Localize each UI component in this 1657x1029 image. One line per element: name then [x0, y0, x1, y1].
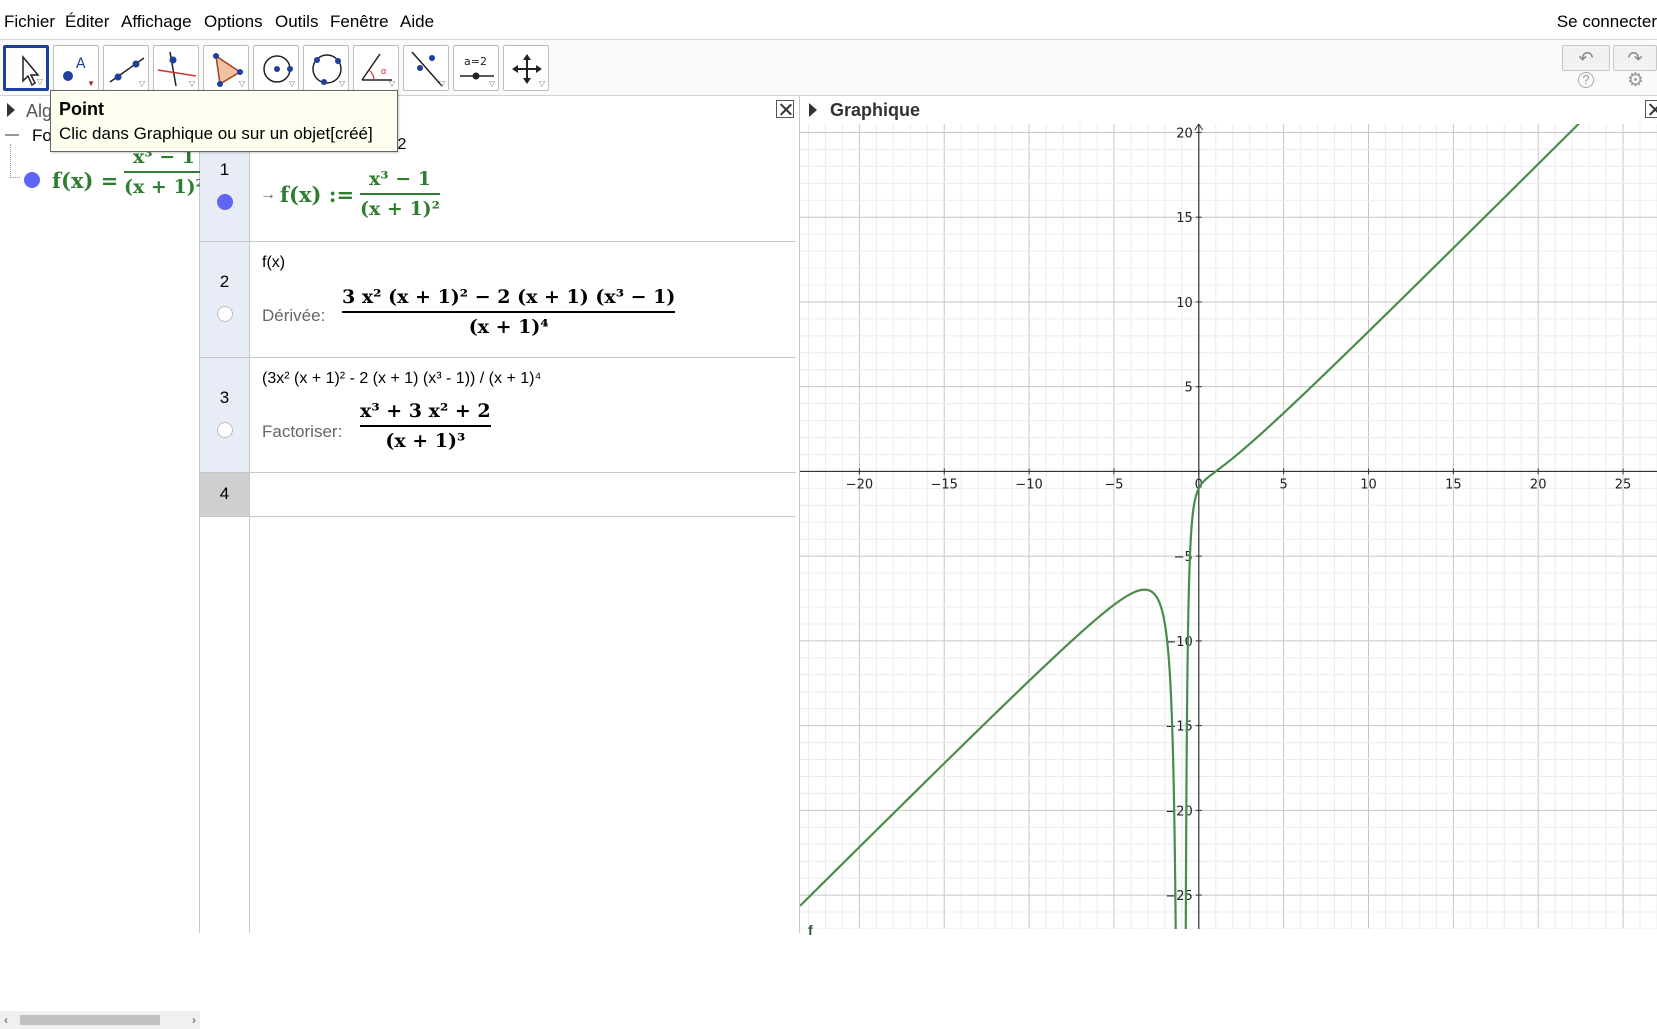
x-tick-label: 20	[1530, 477, 1547, 492]
menu-edit[interactable]: Éditer	[65, 12, 109, 32]
tool-tooltip: Point Clic dans Graphique ou sur un obje…	[50, 90, 398, 152]
visibility-toggle-dot[interactable]	[24, 172, 40, 188]
point-tool-button[interactable]: A ▼	[53, 45, 99, 91]
function-plot[interactable]: −20 −15 −10 −5 0 5 10 15 20 25−25−20−15−10−551015…	[800, 124, 1657, 929]
help-icon[interactable]: ?	[1578, 72, 1594, 88]
scrollbar-thumb[interactable]	[20, 1015, 160, 1025]
cas-row-4[interactable]	[250, 473, 796, 517]
collapse-arrow-icon[interactable]	[7, 103, 15, 117]
menu-window[interactable]: Fenêtre	[330, 12, 389, 32]
close-cas-icon[interactable]	[776, 100, 794, 118]
cas-output-fraction: x³ + 3 x² + 2 (x + 1)³	[360, 400, 491, 452]
undo-button[interactable]: ↶	[1562, 45, 1610, 71]
cas-view: 1 ^2 → f(x) := x³ − 1 (x + 1)² 2 f(x) Dé…	[200, 96, 800, 933]
circle-tool-button[interactable]: ▽	[253, 45, 299, 91]
algebra-title: Alg	[26, 101, 53, 121]
x-tick-label: 15	[1445, 477, 1462, 492]
cas-visibility-radio[interactable]	[217, 306, 233, 322]
svg-text:α: α	[381, 66, 386, 76]
algebra-horizontal-scrollbar[interactable]: ‹ ›	[0, 1011, 200, 1029]
menu-view[interactable]: Affichage	[121, 12, 192, 32]
y-tick-label: −15	[1165, 720, 1192, 735]
slider-tool-button[interactable]: a=2 ▽	[453, 45, 499, 91]
collapse-arrow-icon[interactable]	[809, 103, 817, 117]
x-tick-label: 10	[1360, 477, 1377, 492]
y-tick-label: 20	[1176, 126, 1193, 141]
algebra-lhs[interactable]: f(x) =	[52, 168, 118, 193]
signin-link[interactable]: Se connecter	[1557, 12, 1657, 32]
line-tool-button[interactable]: ▽	[103, 45, 149, 91]
scroll-right-icon[interactable]: ›	[192, 1013, 196, 1027]
derivative-label: Dérivée:	[262, 306, 326, 325]
reflect-tool-button[interactable]: ▽	[403, 45, 449, 91]
cas-row-2[interactable]: f(x) Dérivée: 3 x² (x + 1)² − 2 (x + 1) …	[250, 242, 796, 358]
cas-row-number[interactable]: 3	[200, 358, 250, 473]
cas-input[interactable]: f(x)	[262, 254, 285, 272]
cas-row-3[interactable]: (3x² (x + 1)² - 2 (x + 1) (x³ - 1)) / (x…	[250, 358, 796, 473]
x-tick-label: −15	[931, 477, 958, 492]
y-tick-label: 5	[1185, 381, 1193, 396]
algebra-view: Alg Fo f(x) = x³ − 1 (x + 1)² ‹ ›	[0, 96, 204, 1029]
y-tick-label: −20	[1165, 804, 1192, 819]
redo-button[interactable]: ↷	[1613, 45, 1657, 71]
algebra-fraction[interactable]: x³ − 1 (x + 1)²	[124, 146, 204, 198]
cas-row-number[interactable]: 2	[200, 242, 250, 358]
x-tick-label: 25	[1615, 477, 1632, 492]
cas-visibility-radio[interactable]	[217, 422, 233, 438]
cursor-icon	[22, 54, 40, 87]
scroll-left-icon[interactable]: ‹	[4, 1013, 8, 1027]
cas-visibility-dot[interactable]	[217, 194, 233, 210]
cas-output-fraction: 3 x² (x + 1)² − 2 (x + 1) (x³ − 1) (x + …	[342, 286, 676, 338]
menu-help[interactable]: Aide	[400, 12, 434, 32]
y-tick-label: −25	[1165, 889, 1192, 904]
cas-row-number[interactable]: 4	[200, 473, 250, 517]
cas-output-fraction: x³ − 1 (x + 1)²	[360, 168, 440, 220]
menu-file[interactable]: Fichier	[4, 12, 55, 32]
angle-tool-button[interactable]: α ▽	[353, 45, 399, 91]
factor-label: Factoriser:	[262, 422, 343, 441]
curve-label: f	[808, 922, 813, 938]
menu-tools[interactable]: Outils	[275, 12, 318, 32]
svg-text:A: A	[76, 56, 86, 72]
svg-text:a=2: a=2	[464, 55, 487, 68]
close-graphics-icon[interactable]	[1645, 100, 1657, 118]
tooltip-title: Point	[59, 99, 104, 119]
settings-gear-icon[interactable]: ⚙	[1627, 69, 1644, 92]
x-tick-label: −10	[1015, 477, 1042, 492]
graphics-title: Graphique	[830, 100, 921, 120]
tooltip-text: Clic dans Graphique ou sur un objet[créé…	[59, 124, 373, 143]
result-arrow: →	[260, 186, 276, 203]
cas-input[interactable]: (3x² (x + 1)² - 2 (x + 1) (x³ - 1)) / (x…	[262, 370, 541, 388]
y-tick-label: 15	[1176, 211, 1193, 226]
x-tick-label: −5	[1104, 477, 1123, 492]
x-tick-label: 5	[1280, 477, 1288, 492]
menu-bar: Fichier Éditer Affichage Options Outils …	[0, 0, 1657, 40]
x-tick-label: −20	[846, 477, 873, 492]
algebra-folder-label: Fo	[32, 126, 52, 145]
circle-three-points-tool-button[interactable]: ▽	[303, 45, 349, 91]
collapse-minus-icon[interactable]	[5, 134, 19, 136]
move-tool-button[interactable]: ▽	[3, 45, 49, 91]
perpendicular-tool-button[interactable]: ▽	[153, 45, 199, 91]
graphics-view[interactable]: Graphique −20 −15 −10 −5 0 5 10 15 20 25 −25 −20 −15…	[800, 96, 1657, 938]
y-tick-label: 10	[1176, 296, 1193, 311]
toolbar: ▽ A ▼ ▽ ▽ ▽ ▽ ▽ α ▽ ▽ a=2 ▽ ▽ ↶ ↷ ? ⚙	[0, 40, 1657, 96]
move-graphics-tool-button[interactable]: ▽	[503, 45, 549, 91]
cas-lhs: f(x) :=	[280, 182, 355, 207]
menu-options[interactable]: Options	[204, 12, 263, 32]
polygon-tool-button[interactable]: ▽	[203, 45, 249, 91]
